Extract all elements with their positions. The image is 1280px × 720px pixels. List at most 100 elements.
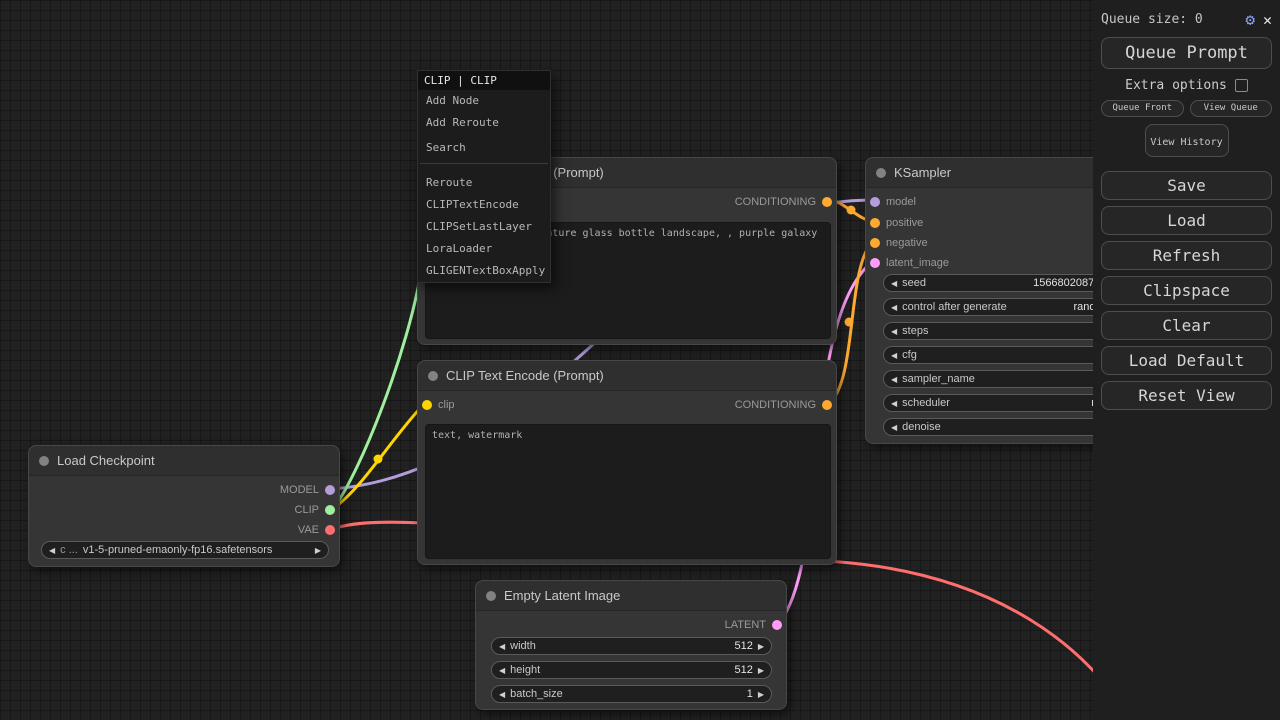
menu-item-add-node[interactable]: Add Node <box>418 90 550 112</box>
node-collapse-dot[interactable] <box>428 371 438 381</box>
menu-item-search[interactable]: Search <box>418 137 550 159</box>
output-slot-conditioning[interactable]: CONDITIONING <box>696 195 836 209</box>
model-slot-dot[interactable] <box>870 197 880 207</box>
node-title-bar[interactable]: CLIP Text Encode (Prompt) <box>418 361 836 391</box>
save-button[interactable]: Save <box>1101 171 1272 200</box>
output-slot-model[interactable]: MODEL <box>219 483 339 497</box>
settings-gear-icon[interactable]: ⚙ <box>1245 10 1255 29</box>
widget-label: cfg <box>902 349 917 361</box>
output-slot-conditioning[interactable]: CONDITIONING <box>696 398 836 412</box>
menu-item-add-reroute[interactable]: Add Reroute <box>418 112 550 134</box>
input-slot-latent-image[interactable]: latent_image <box>866 256 1006 270</box>
queue-prompt-button[interactable]: Queue Prompt <box>1101 37 1272 69</box>
comfy-menu-panel: Queue size: 0 ⚙ ✕ Queue Prompt Extra opt… <box>1093 0 1280 720</box>
conditioning-slot-dot[interactable] <box>822 400 832 410</box>
model-slot-dot[interactable] <box>325 485 335 495</box>
node-title: CLIP Text Encode (Prompt) <box>446 368 604 383</box>
clipspace-button[interactable]: Clipspace <box>1101 276 1272 305</box>
arrow-right-icon[interactable]: ▶ <box>758 642 764 651</box>
arrow-left-icon[interactable]: ◀ <box>891 351 897 360</box>
arrow-left-icon[interactable]: ◀ <box>891 279 897 288</box>
clip-slot-dot[interactable] <box>422 400 432 410</box>
context-menu-title: CLIP | CLIP <box>418 71 550 90</box>
output-slot-latent[interactable]: LATENT <box>666 618 786 632</box>
menu-item-clipsetlastlayer[interactable]: CLIPSetLastLayer <box>418 216 550 238</box>
extra-options-label: Extra options <box>1125 78 1227 93</box>
close-icon[interactable]: ✕ <box>1263 11 1272 29</box>
batch-size-widget[interactable]: ◀ batch_size 1 ▶ <box>491 685 772 703</box>
node-collapse-dot[interactable] <box>876 168 886 178</box>
widget-label: width <box>510 640 536 652</box>
refresh-button[interactable]: Refresh <box>1101 241 1272 270</box>
input-slot-clip[interactable]: clip <box>418 398 508 412</box>
widget-label: control after generate <box>902 301 1007 313</box>
node-empty-latent-image[interactable]: Empty Latent Image LATENT ◀ width 512 ▶ … <box>475 580 787 710</box>
output-slot-clip[interactable]: CLIP <box>219 503 339 517</box>
conditioning-slot-dot[interactable] <box>822 197 832 207</box>
node-title: KSampler <box>894 165 951 180</box>
slot-label: clip <box>438 399 455 411</box>
widget-value: 512 <box>734 640 752 652</box>
widget-label: c ... <box>60 544 78 556</box>
slot-label: latent_image <box>886 257 949 269</box>
widget-value: 512 <box>734 664 752 676</box>
latent-slot-dot[interactable] <box>772 620 782 630</box>
node-title-bar[interactable]: Load Checkpoint <box>29 446 339 476</box>
arrow-left-icon[interactable]: ◀ <box>891 327 897 336</box>
arrow-left-icon[interactable]: ◀ <box>49 546 55 555</box>
height-widget[interactable]: ◀ height 512 ▶ <box>491 661 772 679</box>
input-slot-negative[interactable]: negative <box>866 236 1006 250</box>
arrow-left-icon[interactable]: ◀ <box>891 303 897 312</box>
arrow-left-icon[interactable]: ◀ <box>499 690 505 699</box>
arrow-right-icon[interactable]: ▶ <box>758 690 764 699</box>
slot-label: CONDITIONING <box>735 399 816 411</box>
widget-label: scheduler <box>902 397 950 409</box>
view-history-button[interactable]: View History <box>1145 124 1229 157</box>
link-midpoint-dot <box>374 455 383 464</box>
slot-label: model <box>886 196 916 208</box>
arrow-left-icon[interactable]: ◀ <box>891 375 897 384</box>
node-collapse-dot[interactable] <box>486 591 496 601</box>
output-slot-vae[interactable]: VAE <box>219 523 339 537</box>
widget-value: v1-5-pruned-emaonly-fp16.safetensors <box>83 544 273 556</box>
node-title-bar[interactable]: Empty Latent Image <box>476 581 786 611</box>
load-default-button[interactable]: Load Default <box>1101 346 1272 375</box>
latent-slot-dot[interactable] <box>870 258 880 268</box>
load-button[interactable]: Load <box>1101 206 1272 235</box>
node-clip-text-encode-negative[interactable]: CLIP Text Encode (Prompt) clip CONDITION… <box>417 360 837 565</box>
widget-label: seed <box>902 277 926 289</box>
arrow-left-icon[interactable]: ◀ <box>891 399 897 408</box>
menu-item-gligentextboxapply[interactable]: GLIGENTextBoxApply <box>418 260 550 282</box>
queue-front-button[interactable]: Queue Front <box>1101 100 1184 117</box>
conditioning-slot-dot[interactable] <box>870 238 880 248</box>
slot-label: LATENT <box>725 619 766 631</box>
menu-item-reroute[interactable]: Reroute <box>418 172 550 194</box>
arrow-right-icon[interactable]: ▶ <box>758 666 764 675</box>
ckpt-name-widget[interactable]: ◀ c ... v1-5-pruned-emaonly-fp16.safeten… <box>41 541 329 559</box>
menu-item-loraloader[interactable]: LoraLoader <box>418 238 550 260</box>
vae-slot-dot[interactable] <box>325 525 335 535</box>
arrow-right-icon[interactable]: ▶ <box>315 546 321 555</box>
arrow-left-icon[interactable]: ◀ <box>499 642 505 651</box>
input-slot-positive[interactable]: positive <box>866 216 1006 230</box>
prompt-textarea[interactable]: text, watermark <box>425 424 831 559</box>
clip-slot-dot[interactable] <box>325 505 335 515</box>
clear-button[interactable]: Clear <box>1101 311 1272 340</box>
width-widget[interactable]: ◀ width 512 ▶ <box>491 637 772 655</box>
link-midpoint-dot <box>845 318 854 327</box>
node-graph-canvas[interactable]: Load Checkpoint MODEL CLIP VAE ◀ c ... v… <box>0 0 1280 720</box>
widget-label: batch_size <box>510 688 563 700</box>
node-title: Load Checkpoint <box>57 453 155 468</box>
arrow-left-icon[interactable]: ◀ <box>891 423 897 432</box>
arrow-left-icon[interactable]: ◀ <box>499 666 505 675</box>
input-slot-model[interactable]: model <box>866 195 1006 209</box>
queue-size-label: Queue size: 0 <box>1101 12 1203 27</box>
reset-view-button[interactable]: Reset View <box>1101 381 1272 410</box>
extra-options-checkbox[interactable] <box>1235 79 1248 92</box>
menu-item-cliptextencode[interactable]: CLIPTextEncode <box>418 194 550 216</box>
slot-label: VAE <box>298 524 319 536</box>
node-load-checkpoint[interactable]: Load Checkpoint MODEL CLIP VAE ◀ c ... v… <box>28 445 340 567</box>
view-queue-button[interactable]: View Queue <box>1190 100 1273 117</box>
node-collapse-dot[interactable] <box>39 456 49 466</box>
conditioning-slot-dot[interactable] <box>870 218 880 228</box>
